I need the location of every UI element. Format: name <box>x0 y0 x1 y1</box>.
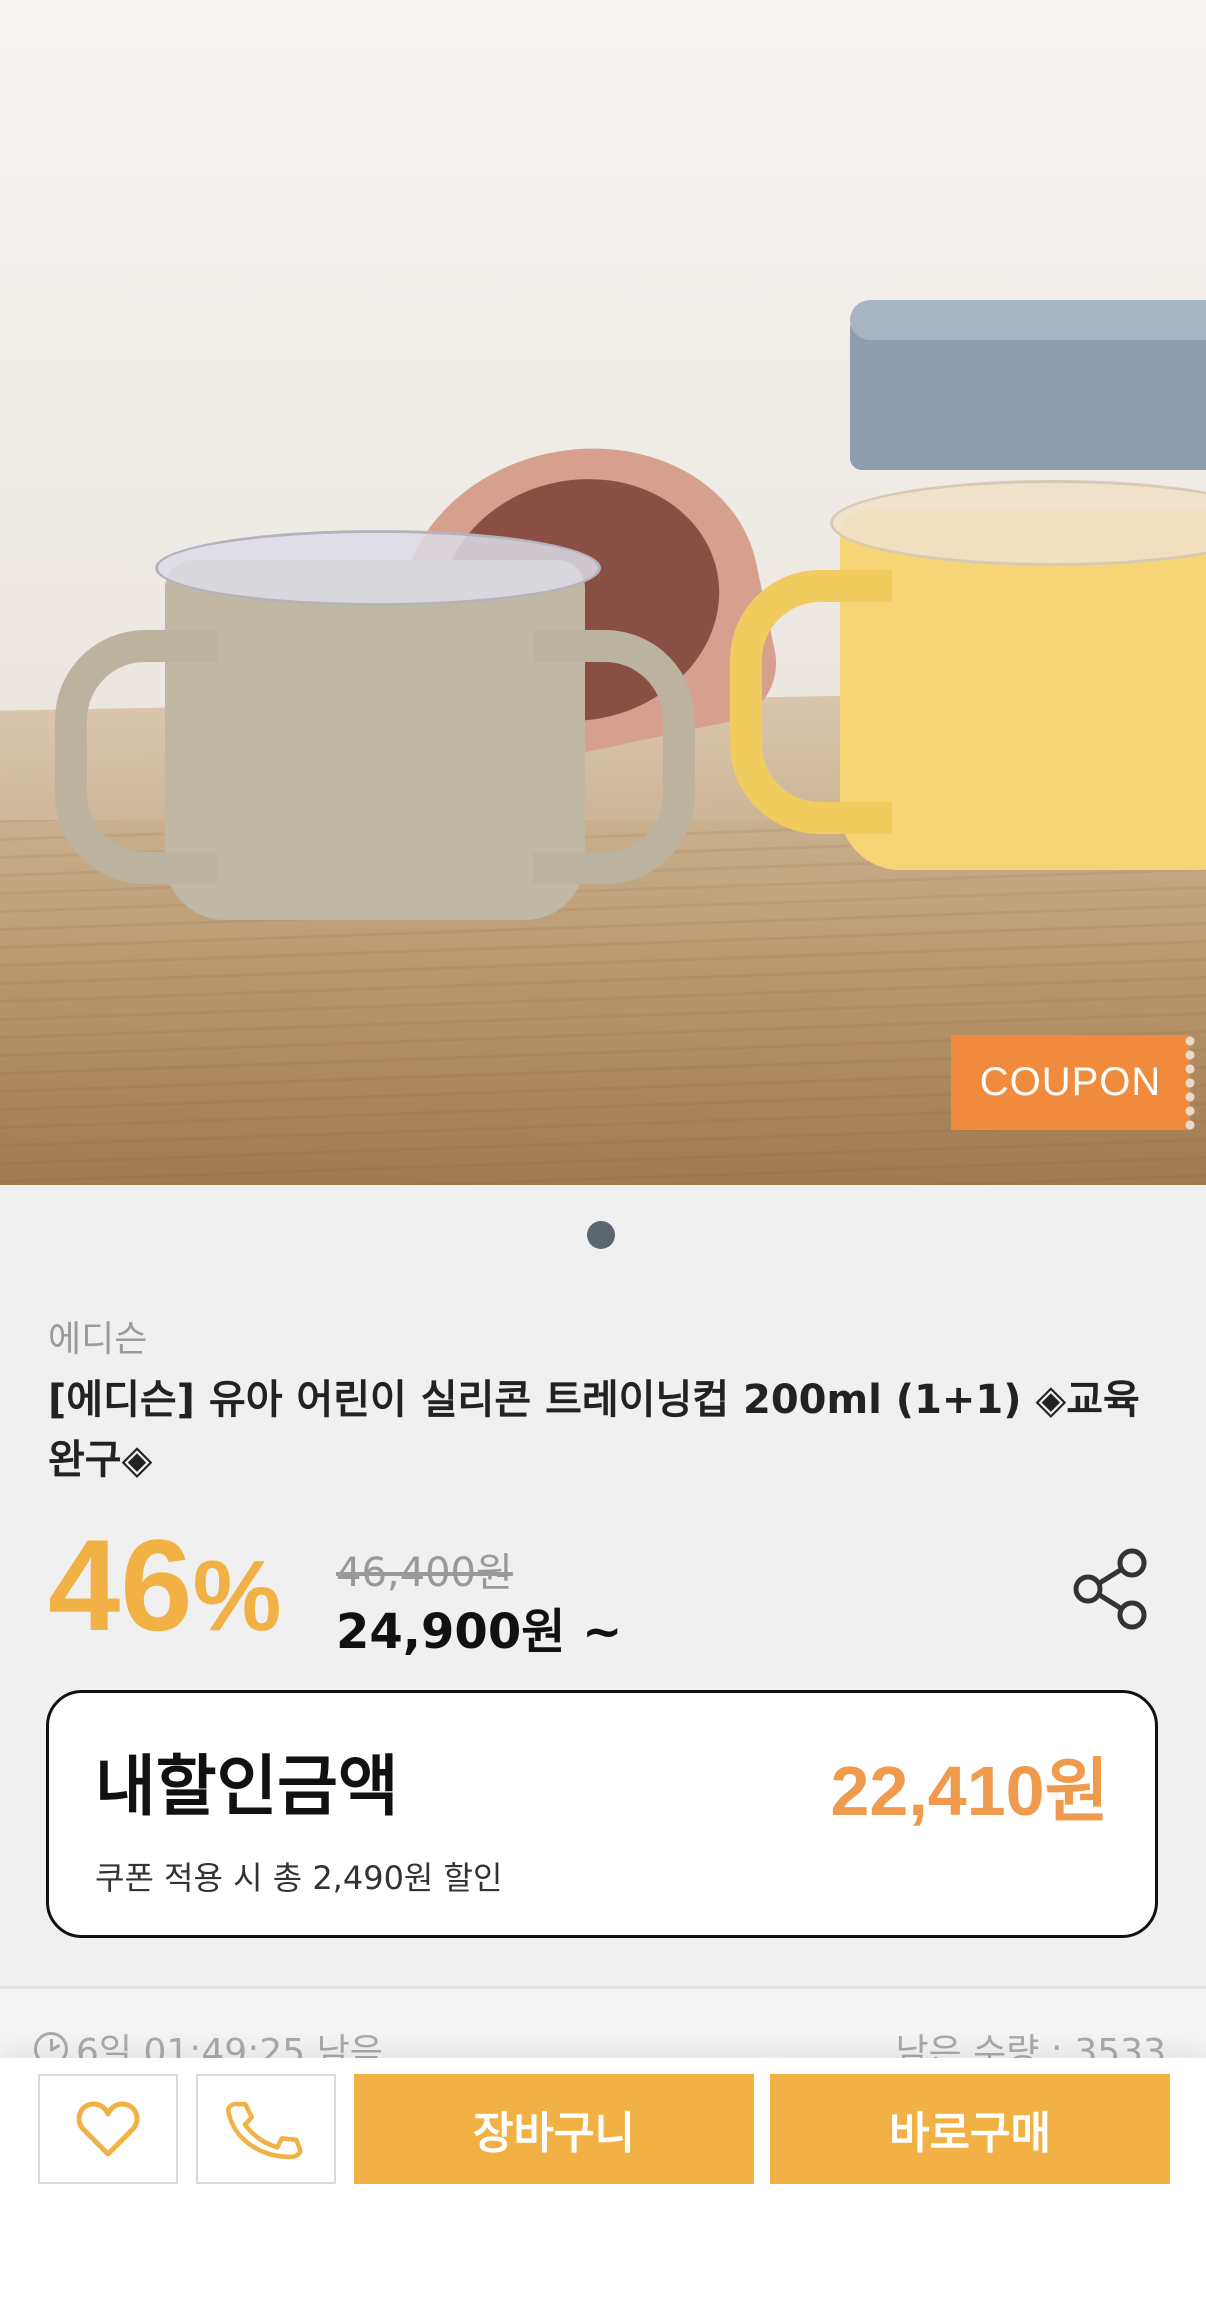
brand-name[interactable]: 에디슨 <box>48 1310 147 1362</box>
bottom-action-bar: 장바구니 바로구매 <box>0 2058 1206 2300</box>
my-discount-label: 내할인금액 <box>95 1748 399 1825</box>
yellow-cup-illustration <box>730 480 1206 870</box>
product-image[interactable]: COUPON <box>0 0 1206 1185</box>
call-button[interactable] <box>196 2074 336 2184</box>
sale-price: 24,900원 ~ <box>336 1604 623 1660</box>
discount-rate: 46% <box>48 1512 282 1658</box>
grey-cup-illustration <box>55 530 695 920</box>
heart-icon <box>76 2101 140 2157</box>
my-discount-amount: 22,410원 <box>830 1752 1109 1830</box>
wishlist-button[interactable] <box>38 2074 178 2184</box>
share-icon[interactable] <box>1070 1548 1152 1630</box>
carousel-indicator[interactable] <box>587 1221 615 1249</box>
original-price: 46,400원 <box>336 1550 513 1596</box>
deal-info-row: 6일 01:49:25 남음 남은 수량 : 3533 <box>0 1989 1206 2073</box>
buy-now-button[interactable]: 바로구매 <box>770 2074 1170 2184</box>
coupon-badge[interactable]: COUPON <box>951 1035 1196 1130</box>
add-to-cart-button[interactable]: 장바구니 <box>354 2074 754 2184</box>
phone-icon <box>226 2101 303 2159</box>
product-title: [에디슨] 유아 어린이 실리콘 트레이닝컵 200ml (1+1) ◈교육완구… <box>48 1377 1140 1483</box>
coupon-discount-description: 쿠폰 적용 시 총 2,490원 할인 <box>95 1859 503 1897</box>
my-discount-box[interactable]: 내할인금액 22,410원 쿠폰 적용 시 총 2,490원 할인 <box>46 1690 1158 1938</box>
